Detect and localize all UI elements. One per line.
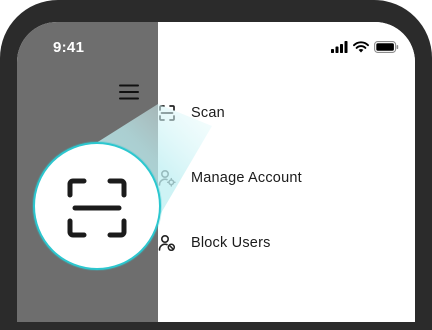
cellular-signal-icon bbox=[331, 41, 348, 53]
wifi-icon bbox=[353, 41, 369, 53]
hamburger-menu-icon[interactable] bbox=[119, 84, 139, 100]
phone-mockup: 9:41 Scan Manage Account Block Users bbox=[0, 0, 432, 330]
drawer-item-label: Block Users bbox=[191, 235, 271, 251]
magnifier-callout bbox=[33, 142, 161, 270]
drawer-item-label: Scan bbox=[191, 105, 225, 121]
drawer-item-manage-account[interactable]: Manage Account bbox=[158, 166, 302, 190]
scan-icon bbox=[67, 178, 127, 238]
scan-icon bbox=[159, 105, 175, 121]
status-icons bbox=[331, 40, 399, 54]
drawer-item-scan[interactable]: Scan bbox=[158, 101, 225, 125]
user-block-icon bbox=[158, 234, 176, 252]
battery-icon bbox=[374, 41, 399, 53]
drawer-item-label: Manage Account bbox=[191, 170, 302, 186]
drawer-item-block-users[interactable]: Block Users bbox=[158, 231, 271, 255]
user-settings-icon bbox=[158, 169, 176, 187]
status-time: 9:41 bbox=[53, 39, 85, 56]
